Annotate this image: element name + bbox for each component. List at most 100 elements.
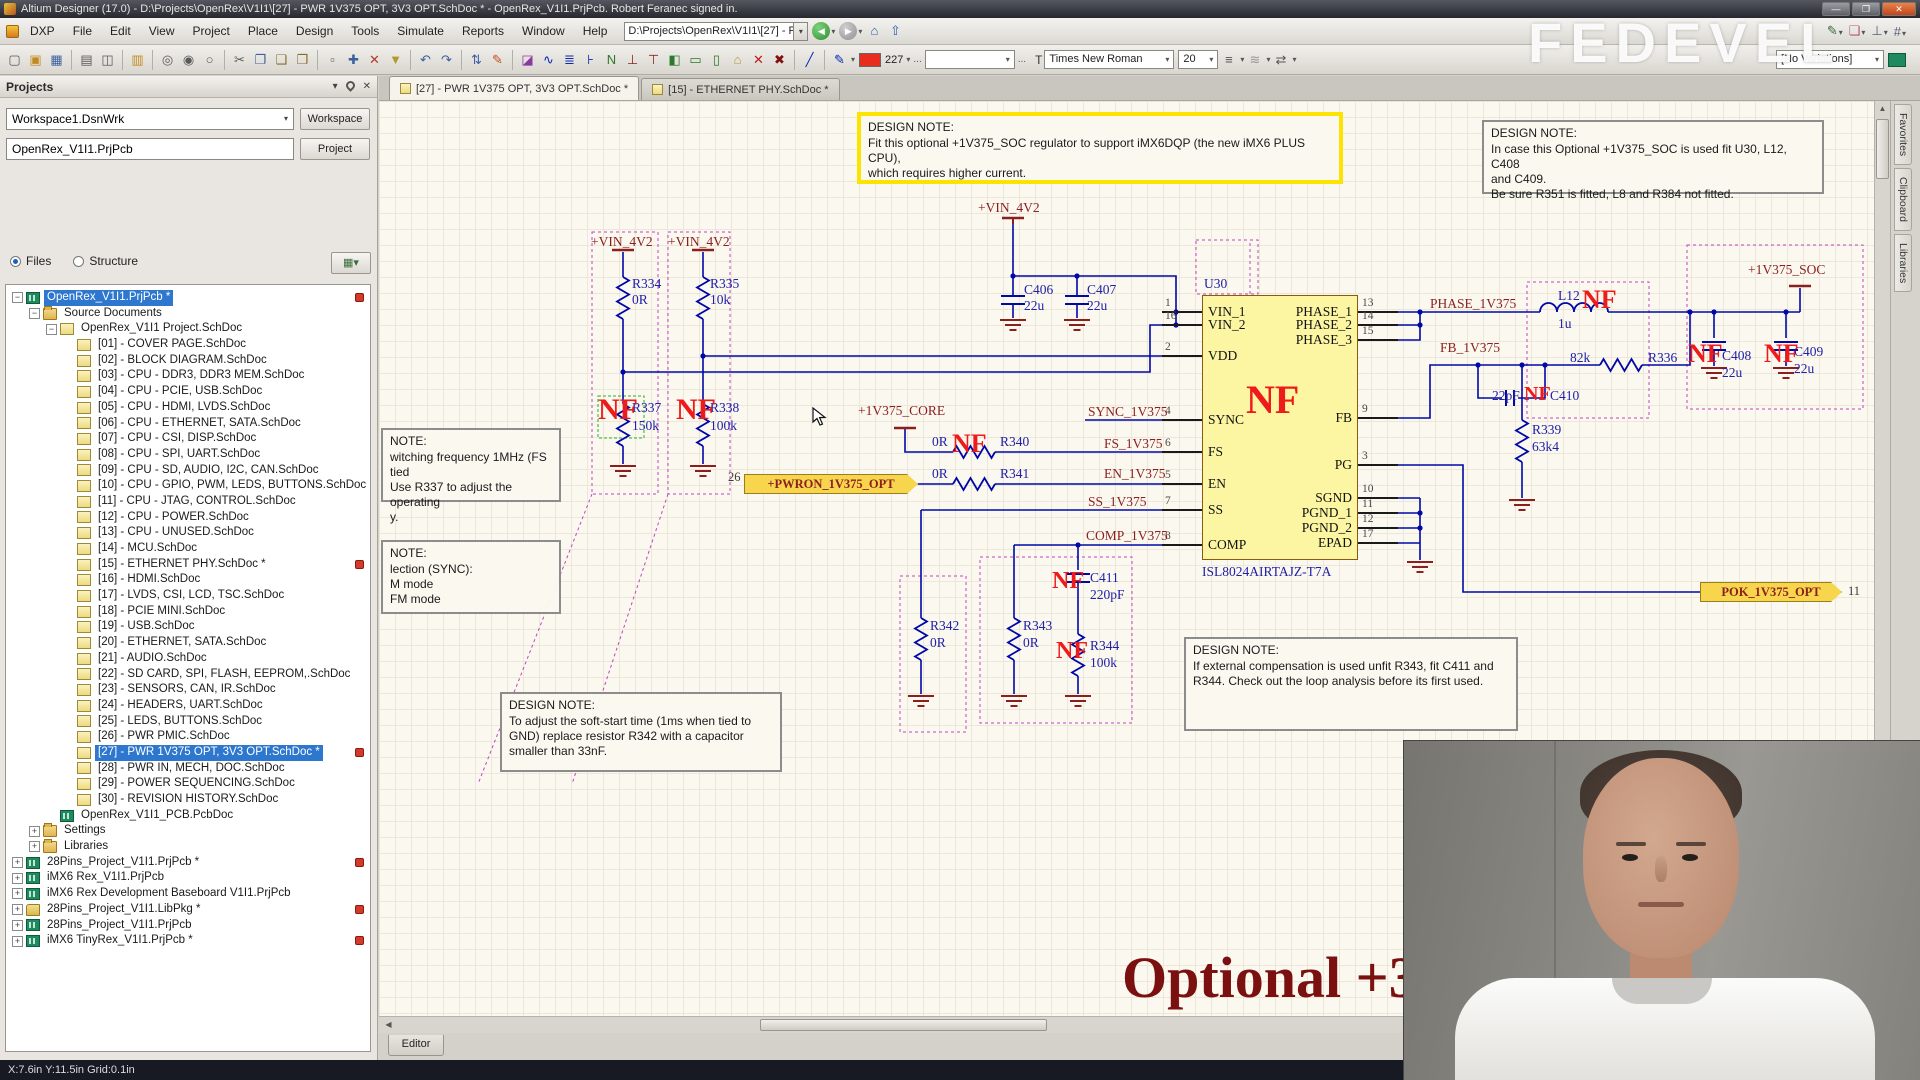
menu-simulate[interactable]: Simulate (388, 18, 453, 44)
tree-item[interactable]: [02] - BLOCK DIAGRAM.SchDoc (6, 353, 370, 369)
menu-project[interactable]: Project (184, 18, 239, 44)
panel-tab-favorites[interactable]: Favorites (1894, 104, 1912, 165)
zoom-document-icon[interactable]: ◎ (157, 49, 178, 70)
font-size-combo[interactable]: 20▾ (1178, 50, 1218, 69)
close-button[interactable]: ✕ (1882, 2, 1916, 16)
document-tab[interactable]: [15] - ETHERNET PHY.SchDoc * (641, 78, 839, 100)
tree-item[interactable]: +28Pins_Project_V1I1.LibPkg * (6, 902, 370, 918)
paste-array-icon[interactable]: ❒ (292, 49, 313, 70)
project-field[interactable]: OpenRex_V1I1.PrjPcb (6, 138, 294, 160)
tree-expander-icon[interactable]: − (29, 308, 40, 319)
tree-item[interactable]: −Source Documents (6, 306, 370, 322)
scroll-up-icon[interactable]: ▲ (1875, 101, 1890, 117)
style-combo[interactable]: ▾ (925, 50, 1015, 69)
panel-sort-button[interactable]: ▦▾ (331, 252, 371, 274)
select-area-icon[interactable]: ▫ (322, 49, 343, 70)
tree-item[interactable]: [03] - CPU - DDR3, DDR3 MEM.SchDoc (6, 368, 370, 384)
tree-item[interactable]: [17] - LVDS, CSI, LCD, TSC.SchDoc (6, 588, 370, 604)
tree-item[interactable]: [07] - CPU - CSI, DISP.SchDoc (6, 431, 370, 447)
tree-item[interactable]: [14] - MCU.SchDoc (6, 541, 370, 557)
tree-item[interactable]: [25] - LEDS, BUTTONS.SchDoc (6, 714, 370, 730)
menu-reports[interactable]: Reports (453, 18, 513, 44)
grid-settings-icon[interactable]: #▾ (1894, 24, 1906, 39)
tree-item[interactable]: [06] - CPU - ETHERNET, SATA.SchDoc (6, 416, 370, 432)
tree-item[interactable]: [16] - HDMI.SchDoc (6, 572, 370, 588)
new-document-icon[interactable]: ▢ (4, 49, 25, 70)
cross-probe-icon[interactable]: ◪ (517, 49, 538, 70)
tree-item[interactable]: [22] - SD CARD, SPI, FLASH, EEPROM,.SchD… (6, 667, 370, 683)
address-dropdown[interactable]: ▾ (794, 22, 808, 41)
restore-button[interactable]: ❐ (1852, 2, 1880, 16)
align-icon[interactable]: ≡ (1218, 49, 1239, 70)
tree-expander-icon[interactable]: + (12, 888, 23, 899)
copy-icon[interactable]: ❐ (250, 49, 271, 70)
scroll-left-icon[interactable]: ◀ (381, 1018, 396, 1032)
document-tab[interactable]: [27] - PWR 1V375 OPT, 3V3 OPT.SchDoc * (389, 76, 639, 100)
horizontal-scroll-thumb[interactable] (760, 1019, 1047, 1031)
tree-item[interactable]: [26] - PWR PMIC.SchDoc (6, 729, 370, 745)
annotate-icon[interactable]: ✎ (487, 49, 508, 70)
place-gnd-port-icon[interactable]: ⊥ (622, 49, 643, 70)
radio-structure[interactable]: Structure (73, 254, 138, 268)
save-document-icon[interactable]: ▦ (46, 49, 67, 70)
tree-item[interactable]: [30] - REVISION HISTORY.SchDoc (6, 792, 370, 808)
panel-dropdown-icon[interactable]: ▾ (333, 81, 338, 92)
tree-item[interactable]: +Libraries (6, 839, 370, 855)
home-button[interactable]: ⌂ (865, 22, 883, 40)
print-preview-icon[interactable]: ◫ (97, 49, 118, 70)
tree-item[interactable]: [11] - CPU - JTAG, CONTROL.SchDoc (6, 494, 370, 510)
radio-files[interactable]: Files (10, 254, 51, 268)
back-button[interactable]: ◀ (812, 22, 830, 40)
menu-tools[interactable]: Tools (342, 18, 388, 44)
open-from-vault-icon[interactable]: ▥ (127, 49, 148, 70)
menu-view[interactable]: View (140, 18, 184, 44)
tree-expander-icon[interactable]: + (12, 936, 23, 947)
place-sheet-symbol-icon[interactable]: ▭ (685, 49, 706, 70)
tree-item[interactable]: +iMX6 Rex_V1I1.PrjPcb (6, 870, 370, 886)
tree-item[interactable]: −OpenRex_V1I1 Project.SchDoc (6, 321, 370, 337)
place-net-label-icon[interactable]: N (601, 49, 622, 70)
tree-item[interactable]: [29] - POWER SEQUENCING.SchDoc (6, 776, 370, 792)
menu-file[interactable]: File (64, 18, 101, 44)
place-vcc-port-icon[interactable]: ⊤ (643, 49, 664, 70)
cut-icon[interactable]: ✂ (229, 49, 250, 70)
minimize-button[interactable]: — (1822, 2, 1850, 16)
back-dropdown[interactable]: ▾ (831, 27, 835, 36)
tree-expander-icon[interactable]: + (29, 826, 40, 837)
place-port-icon[interactable]: ⌂ (727, 49, 748, 70)
editor-mode-tab[interactable]: Editor (388, 1035, 444, 1056)
place-part-icon[interactable]: ◧ (664, 49, 685, 70)
open-document-icon[interactable]: ▣ (25, 49, 46, 70)
redo-icon[interactable]: ↷ (436, 49, 457, 70)
swap-icon[interactable]: ⇄ (1270, 49, 1291, 70)
color-swatch[interactable] (859, 53, 881, 67)
tree-expander-icon[interactable]: + (12, 904, 23, 915)
place-no-erc-icon[interactable]: ✕ (748, 49, 769, 70)
place-wire-icon[interactable]: ∿ (538, 49, 559, 70)
print-icon[interactable]: ▤ (76, 49, 97, 70)
menu-place[interactable]: Place (239, 18, 287, 44)
workspace-combo[interactable]: Workspace1.DsnWrk▾ (6, 108, 294, 130)
variations-combo[interactable]: [No Variations]▾ (1776, 50, 1884, 69)
ic-u30-body[interactable] (1202, 295, 1358, 560)
tree-expander-icon[interactable]: + (12, 873, 23, 884)
tree-item[interactable]: [23] - SENSORS, CAN, IR.SchDoc (6, 682, 370, 698)
find-similar-icon[interactable]: ⇅ (466, 49, 487, 70)
tree-item[interactable]: [09] - CPU - SD, AUDIO, I2C, CAN.SchDoc (6, 463, 370, 479)
tree-expander-icon[interactable]: − (12, 292, 23, 303)
pen-color-icon[interactable]: ✎ (829, 49, 850, 70)
vertical-scroll-thumb[interactable] (1876, 119, 1889, 179)
tree-item[interactable]: OpenRex_V1I1_PCB.PcbDoc (6, 808, 370, 824)
tree-item[interactable]: [08] - CPU - SPI, UART.SchDoc (6, 447, 370, 463)
cursor-edit-icon[interactable]: ✎▾ (1827, 23, 1843, 39)
tree-item[interactable]: [05] - CPU - HDMI, LVDS.SchDoc (6, 400, 370, 416)
distribute-icon[interactable]: ≋ (1244, 49, 1265, 70)
workspace-button[interactable]: Workspace (300, 108, 370, 130)
clear-filter-icon[interactable]: ▼ (385, 49, 406, 70)
tree-item[interactable]: −OpenRex_V1I1.PrjPcb * (6, 290, 370, 306)
tree-item[interactable]: +28Pins_Project_V1I1.PrjPcb (6, 918, 370, 934)
tree-item[interactable]: [04] - CPU - PCIE, USB.SchDoc (6, 384, 370, 400)
zoom-selection-icon[interactable]: ○ (199, 49, 220, 70)
pin-icon[interactable] (344, 79, 357, 92)
menu-window[interactable]: Window (513, 18, 574, 44)
